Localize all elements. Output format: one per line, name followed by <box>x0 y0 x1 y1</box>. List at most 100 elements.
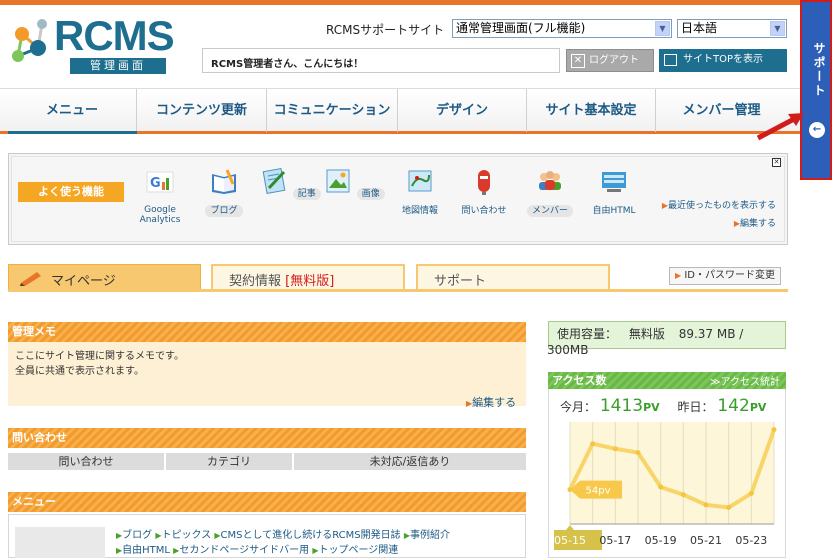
menu-section-title: メニュー <box>8 492 526 512</box>
mode-select[interactable]: 通常管理画面(フル機能) ▼ <box>452 19 672 38</box>
quick-item-map[interactable]: 地図情報 <box>388 166 452 217</box>
triangle-right-icon: ▶ <box>675 271 682 280</box>
tab-support[interactable]: サポート <box>416 264 610 290</box>
map-icon <box>408 170 432 192</box>
greeting-text: RCMS管理者さん、こんにちは！ <box>202 48 560 73</box>
quick-item-label: 自由HTML <box>592 206 636 216</box>
site-top-button[interactable]: サイトTOPを表示 <box>659 49 787 72</box>
logo-mark-icon[interactable] <box>8 14 52 74</box>
tab-underline <box>8 289 788 292</box>
chart-data-point <box>680 492 686 498</box>
menu-thumbnail <box>15 527 105 558</box>
menu-link-free-html[interactable]: ▶自由HTML <box>116 545 170 556</box>
members-icon <box>539 171 561 190</box>
support-side-tab[interactable]: サポート ← <box>800 0 832 180</box>
menu-link-topics[interactable]: ▶トピックス <box>155 530 211 541</box>
chevron-down-icon: ▼ <box>770 21 785 36</box>
tab-mypage[interactable]: マイページ <box>8 264 201 290</box>
quick-item-label: 地図情報 <box>401 206 438 216</box>
memo-section-title: 管理メモ <box>8 322 526 342</box>
quick-item-article[interactable]: 記事 <box>258 166 322 200</box>
menu-links-row: ▶ブログ ▶トピックス ▶CMSとして進化し続けるRCMS開発日誌 ▶事例紹介 <box>116 528 450 543</box>
recent-link[interactable]: ▶最近使ったものを表示する <box>656 199 776 213</box>
inquiry-section-title: 問い合わせ <box>8 428 526 448</box>
tab-support-label: サポート <box>434 274 487 289</box>
memo-body: ここにサイト管理に関するメモです。 全員に共通で表示されます。 <box>8 342 526 406</box>
id-password-change-button[interactable]: ▶ ID・パスワード変更 <box>669 267 781 285</box>
yesterday-pv-value: 142 <box>717 396 750 416</box>
article-icon <box>262 168 286 194</box>
menu-link-second-sidebar[interactable]: ▶セカンドページサイドバー用 <box>173 545 309 556</box>
access-line-chart: 54pv 05-15 05-17 05-19 05-21 05-23 <box>554 422 777 550</box>
close-icon[interactable]: ✕ <box>772 158 781 167</box>
nav-communication[interactable]: コミュニケーション <box>267 89 398 132</box>
nav-menu[interactable]: メニュー <box>8 89 137 132</box>
quick-item-free-html[interactable]: 自由HTML <box>582 166 646 217</box>
storage-total: 300MB <box>547 343 589 357</box>
chart-tick-label: 05-19 <box>645 534 677 547</box>
chart-data-point <box>612 446 618 452</box>
language-select-value: 日本語 <box>681 21 718 35</box>
quick-item-label: メンバー <box>526 205 573 217</box>
memo-line: ここにサイト管理に関するメモです。 <box>15 351 184 362</box>
google-analytics-icon: G <box>146 171 174 193</box>
tab-contract[interactable]: 契約情報 [無料版] <box>211 264 405 290</box>
mailbox-icon <box>478 170 490 195</box>
quick-item-label: Google Analytics <box>139 205 181 225</box>
category-column-header: カテゴリ <box>166 453 294 470</box>
menu-links-row: ▶自由HTML ▶セカンドページサイドバー用 ▶トップページ関連 <box>116 543 450 558</box>
mode-select-value: 通常管理画面(フル機能) <box>456 21 586 35</box>
access-stats-link[interactable]: ≫アクセス統計 <box>710 373 780 388</box>
quick-item-label: 記事 <box>292 188 321 200</box>
window-icon <box>664 54 677 66</box>
menu-link-dev-diary[interactable]: ▶CMSとして進化し続けるRCMS開発日誌 <box>214 530 400 541</box>
memo-edit-link[interactable]: ▶編集する <box>466 394 516 410</box>
tab-contract-label: 契約情報 <box>229 274 282 289</box>
double-chevron-icon: ≫ <box>710 377 721 388</box>
support-tab-label: サポート <box>812 42 826 98</box>
main-nav: メニュー コンテンツ更新 コミュニケーション デザイン サイト基本設定 メンバー… <box>0 88 800 134</box>
chart-plot-area <box>570 422 774 524</box>
close-icon: ✕ <box>571 54 585 68</box>
nav-design[interactable]: デザイン <box>398 89 527 132</box>
chart-data-point <box>771 427 777 433</box>
logo-text[interactable]: RCMS <box>54 14 175 58</box>
quick-side-links: ▶最近使ったものを表示する ▶編集する <box>656 199 776 231</box>
site-label: RCMSサポートサイト <box>326 23 445 37</box>
menu-link-top-page[interactable]: ▶トップページ関連 <box>312 545 398 556</box>
memo-line: 全員に共通で表示されます。 <box>15 366 144 377</box>
quick-item-google-analytics[interactable]: G Google Analytics <box>128 166 192 225</box>
tab-contract-tag: [無料版] <box>285 274 335 289</box>
nav-content-update[interactable]: コンテンツ更新 <box>137 89 267 132</box>
quick-item-inquiry[interactable]: 問い合わせ <box>452 166 516 217</box>
quick-item-blog[interactable]: ブログ <box>192 166 256 217</box>
month-pv-value: 1413 <box>599 396 644 416</box>
red-arrow-icon <box>756 113 804 141</box>
nav-site-settings[interactable]: サイト基本設定 <box>527 89 656 132</box>
quick-item-member[interactable]: メンバー <box>518 166 582 217</box>
svg-text:G: G <box>150 176 161 191</box>
quick-item-label: 画像 <box>356 188 385 200</box>
header-top-line <box>0 0 800 5</box>
logout-button[interactable]: ✕ ログアウト <box>566 49 654 72</box>
chart-tick-label: 05-23 <box>735 534 767 547</box>
quick-item-image[interactable]: 画像 <box>322 166 386 200</box>
menu-link-cases[interactable]: ▶事例紹介 <box>404 530 450 541</box>
chevron-down-icon: ▼ <box>655 21 670 36</box>
menu-link-blog[interactable]: ▶ブログ <box>116 530 152 541</box>
chart-data-point <box>748 490 754 496</box>
pv-summary: 今月： 1413PV 昨日： 142PV <box>560 396 767 416</box>
tab-mypage-label: マイページ <box>51 274 116 289</box>
quick-access-label: よく使う機能 <box>18 182 124 202</box>
logo-subtitle: 管理画面 <box>70 58 166 74</box>
logout-label: ログアウト <box>589 55 639 66</box>
chart-tick-label: 05-17 <box>599 534 631 547</box>
chart-data-point <box>726 504 732 510</box>
html-icon <box>602 172 626 192</box>
status-column-header: 未対応/返信あり <box>294 453 526 470</box>
site-top-label: サイトTOPを表示 <box>683 54 764 65</box>
chart-tick-label: 05-21 <box>690 534 722 547</box>
quick-item-label: 問い合わせ <box>461 206 507 216</box>
language-select[interactable]: 日本語 ▼ <box>677 19 787 38</box>
quick-edit-link[interactable]: ▶編集する <box>656 217 776 231</box>
